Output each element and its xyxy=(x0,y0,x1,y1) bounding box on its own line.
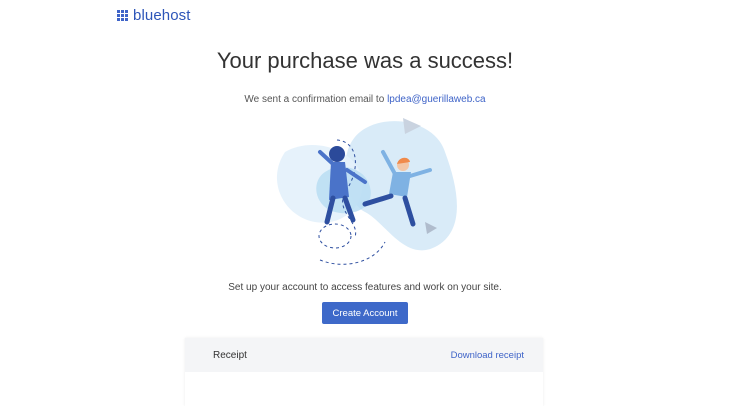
receipt-body xyxy=(185,372,543,406)
email-link[interactable]: lpdea@guerillaweb.ca xyxy=(387,94,486,105)
confirmation-prefix: We sent a confirmation email to xyxy=(244,94,385,105)
receipt-card: Receipt Download receipt xyxy=(185,338,543,406)
bluehost-logo-icon[interactable] xyxy=(117,10,128,21)
receipt-title: Receipt xyxy=(213,349,247,361)
confirmation-message: We sent a confirmation email to lpdea@gu… xyxy=(0,94,730,105)
receipt-header: Receipt Download receipt xyxy=(185,338,543,372)
setup-instructions: Set up your account to access features a… xyxy=(228,282,502,293)
brand-name[interactable]: bluehost xyxy=(133,7,191,24)
header: bluehost xyxy=(117,7,191,24)
create-account-button[interactable]: Create Account xyxy=(322,302,408,324)
celebration-illustration xyxy=(276,118,457,265)
download-receipt-link[interactable]: Download receipt xyxy=(451,350,524,361)
page-title: Your purchase was a success! xyxy=(216,48,514,73)
